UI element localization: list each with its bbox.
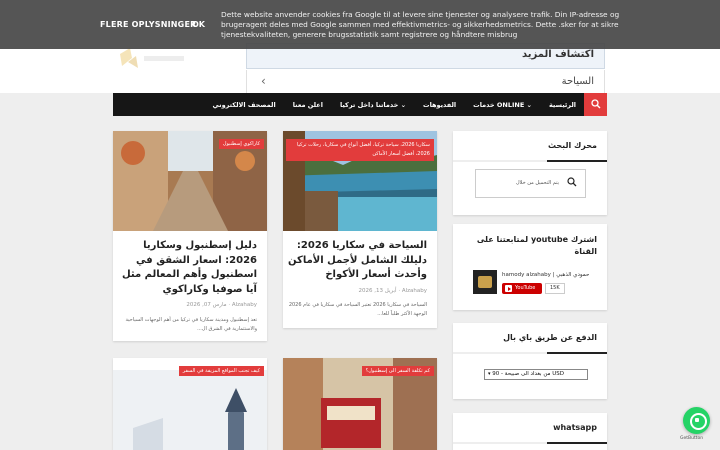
channel-name[interactable]: hamody alzahaby | حمودي الذهبي [502, 272, 589, 278]
post-card-sakarya[interactable]: سكاريا 2026، سياحة تركيا، أفضل أنواع في … [283, 131, 437, 328]
paypal-widget: الدفع عن طريق باي بال ▾ من بغداد الى صبي… [453, 323, 607, 399]
post-excerpt: تعد إسطنبول ومدينة سكاريا في تركيا من أه… [125, 317, 257, 332]
youtube-subscribe-button[interactable]: YouTube [502, 283, 542, 294]
title-underline [453, 352, 607, 354]
getbutton-credit[interactable]: GetButton [680, 436, 703, 441]
nav-item-videos[interactable]: الفديوهات [423, 101, 456, 109]
post-meta: Alzahaby · أبريل 13, 2026 [358, 288, 427, 294]
search-icon[interactable] [567, 177, 577, 187]
title-underline [453, 160, 607, 162]
nav-search-button[interactable] [584, 93, 607, 116]
widget-title: whatsapp [553, 423, 597, 432]
search-input[interactable]: يتم التحميل من خلال [475, 169, 586, 198]
search-placeholder: يتم التحميل من خلال [515, 180, 559, 186]
nav-item-home[interactable]: الرئيسية [549, 101, 576, 109]
widget-title: اشترك youtube لمتابعتنا على القناة [476, 235, 597, 256]
post-meta: Alzahaby · مارس 07, 2026 [186, 302, 257, 308]
whatsapp-widget: whatsapp [453, 413, 607, 450]
post-card-fake-sites[interactable]: كيف تجنب المواقع المزيفة في السفر [113, 358, 267, 450]
post-card-travel-cost[interactable]: كم تكلفة السفر الى إسطنبول؟ [283, 358, 437, 450]
chevron-down-icon: ▾ [488, 371, 491, 377]
search-widget: محرك البحث يتم التحميل من خلال [453, 131, 607, 215]
explore-more-label: اكتشاف المزيد [522, 49, 594, 60]
main-nav: الرئيسية خدمات ONLINE ⌄ الفديوهات خدماتن… [113, 93, 607, 116]
tourism-ticker[interactable]: السياحة ‹ [246, 70, 605, 94]
post-tag[interactable]: سكاريا 2026، سياحة تركيا، أفضل أنواع في … [286, 139, 434, 161]
post-excerpt: السياحة في سكاريا 2026 تعتبر السياحة في … [288, 302, 427, 317]
youtube-play-icon [505, 285, 512, 292]
nav-item-online-services[interactable]: خدمات ONLINE ⌄ [473, 101, 532, 109]
youtube-button-label: YouTube [515, 285, 536, 291]
cookie-text: Dette website anvender cookies fra Googl… [221, 10, 620, 39]
nav-item-turkey-services[interactable]: خدماتنا داخل تركيا ⌄ [340, 101, 406, 109]
whatsapp-chat-icon[interactable] [683, 407, 710, 434]
widget-title: الدفع عن طريق باي بال [503, 333, 597, 342]
selected-option: من بغداد الى صبيحة - 90 USD [492, 371, 564, 377]
post-tag[interactable]: كيف تجنب المواقع المزيفة في السفر [178, 366, 264, 376]
cookie-ok-button[interactable]: OK [192, 20, 205, 29]
paypal-option-select[interactable]: ▾ من بغداد الى صبيحة - 90 USD [484, 369, 588, 380]
channel-avatar[interactable] [473, 270, 497, 294]
subscriber-count: 15K [545, 283, 565, 294]
youtube-channel-card: hamody alzahaby | حمودي الذهبي YouTube 1… [471, 270, 601, 310]
nav-item-advertise[interactable]: اعلن معنا [293, 101, 323, 109]
post-title[interactable]: دليل إسطنبول وسكاريا 2026: اسعار الشقق ف… [117, 239, 257, 297]
search-icon [590, 99, 600, 109]
youtube-widget: اشترك youtube لمتابعتنا على القناة hamod… [453, 224, 607, 310]
nav-item-quran[interactable]: المصحف الالكتروني [213, 101, 276, 109]
widget-title: محرك البحث [547, 141, 597, 150]
nav-items: الرئيسية خدمات ONLINE ⌄ الفديوهات خدماتن… [213, 93, 576, 116]
post-tag[interactable]: كاراكوي إسطنبول [218, 139, 264, 149]
post-card-istanbul[interactable]: كاراكوي إسطنبول دليل إسطنبول وسكاريا 202… [113, 131, 267, 341]
title-underline [453, 442, 607, 444]
post-title[interactable]: السياحة في سكاريا 2026: دليلك الشامل لأج… [287, 239, 427, 283]
post-tag[interactable]: كم تكلفة السفر الى إسطنبول؟ [361, 366, 434, 376]
more-info-button[interactable]: FLERE OPLYSNINGER [100, 20, 196, 29]
chevron-left-icon[interactable]: ‹ [261, 74, 266, 88]
tourism-label[interactable]: السياحة [562, 76, 594, 87]
cookie-banner: FLERE OPLYSNINGER OK Dette website anven… [0, 0, 720, 49]
